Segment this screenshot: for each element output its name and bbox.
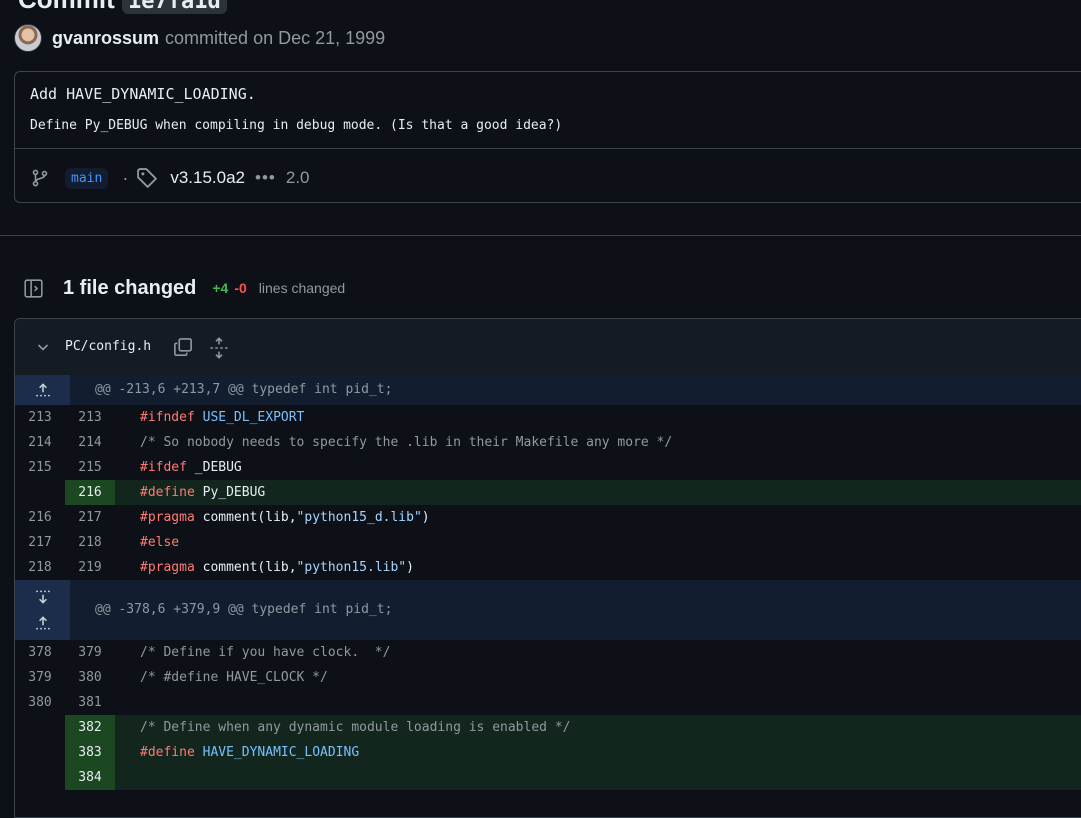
old-line-number[interactable]: 218 — [15, 555, 65, 580]
expander-column — [15, 375, 70, 405]
old-line-number[interactable]: 213 — [15, 405, 65, 430]
new-line-number[interactable]: 213 — [65, 405, 115, 430]
branch-link[interactable]: main — [65, 167, 109, 189]
new-line-number[interactable]: 218 — [65, 530, 115, 555]
deletions-count: -0 — [234, 280, 247, 296]
tag-link[interactable]: v3.15.0a2 — [170, 168, 245, 188]
diff-line: 216 217 #pragma comment(lib,"python15_d.li… — [15, 505, 1081, 530]
divider — [15, 148, 1081, 149]
expand-up-icon[interactable] — [34, 381, 52, 399]
expand-down-icon[interactable] — [34, 588, 52, 606]
code-text: #define HAVE_DYNAMIC_LOADING — [140, 745, 360, 760]
new-line-number[interactable]: 217 — [65, 505, 115, 530]
old-line-number[interactable]: 378 — [15, 640, 65, 665]
hunk-header-text: @@ -378,6 +379,9 @@ typedef int pid_t; — [95, 602, 393, 617]
files-changed-header: 1 file changed +4 -0 lines changed — [24, 275, 345, 301]
commit-message-title: Add HAVE_DYNAMIC_LOADING. — [30, 85, 256, 103]
code-text: #ifndef USE_DL_EXPORT — [140, 410, 305, 425]
more-tags-button[interactable]: ••• — [255, 168, 276, 188]
old-line-number[interactable]: 216 — [15, 505, 65, 530]
code-text: #ifdef _DEBUG — [140, 460, 242, 475]
commit-sha[interactable]: 1e7fa1d — [122, 0, 227, 14]
diff-line: 215 215 #ifdef _DEBUG — [15, 455, 1081, 480]
diff-line: 214 214 /* So nobody needs to specify the … — [15, 430, 1081, 455]
diff-line: 213 213 #ifndef USE_DL_EXPORT — [15, 405, 1081, 430]
commit-title-heading: Commit 1e7fa1d — [18, 0, 227, 15]
new-line-number[interactable]: 219 — [65, 555, 115, 580]
code-text: #pragma comment(lib,"python15.lib") — [140, 560, 414, 575]
new-line-number[interactable]: 383 — [65, 740, 115, 765]
copy-icon[interactable] — [173, 337, 193, 357]
diff-line: 217 218 #else — [15, 530, 1081, 555]
file-header: PC/config.h — [15, 319, 1081, 376]
code-text: /* Define if you have clock. */ — [140, 645, 391, 660]
tag-icon — [137, 168, 158, 188]
diff-line: 378 379 /* Define if you have clock. */ — [15, 640, 1081, 665]
files-changed-title: 1 file changed — [63, 276, 197, 299]
sidebar-expand-icon[interactable] — [24, 278, 43, 298]
separator-dot: · — [122, 167, 129, 188]
hunk-header: @@ -213,6 +213,7 @@ typedef int pid_t; — [15, 375, 1081, 405]
branch-tag-row: main · v3.15.0a2 ••• 2.0 — [31, 164, 310, 192]
new-line-number[interactable]: 215 — [65, 455, 115, 480]
old-line-number[interactable] — [15, 740, 65, 765]
diff-file: PC/config.h @@ -213,6 +213,7 @@ typedef … — [14, 318, 1081, 818]
additions-count: +4 — [212, 280, 229, 296]
diff-line-added: 383 #define HAVE_DYNAMIC_LOADING — [15, 740, 1081, 765]
commit-title-prefix: Commit — [18, 0, 115, 14]
expander-column — [15, 580, 70, 640]
new-line-number[interactable]: 216 — [65, 480, 115, 505]
diff-line-added: 384 — [15, 765, 1081, 790]
diff-line-added: 382 /* Define when any dynamic module loa… — [15, 715, 1081, 740]
hunk-header-text: @@ -213,6 +213,7 @@ typedef int pid_t; — [95, 382, 393, 397]
new-line-number[interactable]: 379 — [65, 640, 115, 665]
new-line-number[interactable]: 382 — [65, 715, 115, 740]
new-line-number[interactable]: 214 — [65, 430, 115, 455]
code-text: #define Py_DEBUG — [140, 485, 266, 500]
old-line-number[interactable] — [15, 715, 65, 740]
expand-up-icon[interactable] — [34, 614, 52, 632]
old-line-number[interactable] — [15, 480, 65, 505]
chevron-down-icon[interactable] — [35, 339, 51, 355]
author-row: gvanrossum committed on Dec 21, 1999 — [14, 24, 385, 52]
old-line-number[interactable]: 214 — [15, 430, 65, 455]
file-path[interactable]: PC/config.h — [65, 339, 151, 354]
diff-table: @@ -213,6 +213,7 @@ typedef int pid_t; 21… — [15, 375, 1081, 790]
section-divider — [0, 235, 1081, 236]
new-line-number[interactable]: 384 — [65, 765, 115, 790]
code-text: /* #define HAVE_CLOCK */ — [140, 670, 328, 685]
code-text: #else — [140, 535, 180, 550]
author-link[interactable]: gvanrossum — [52, 28, 159, 49]
committed-date: committed on Dec 21, 1999 — [165, 27, 386, 48]
diff-line: 380 381 — [15, 690, 1081, 715]
diff-line-added: 216 #define Py_DEBUG — [15, 480, 1081, 505]
old-line-number[interactable]: 217 — [15, 530, 65, 555]
expand-all-icon[interactable] — [209, 337, 229, 359]
diff-line: 218 219 #pragma comment(lib,"python15.lib"… — [15, 555, 1081, 580]
old-line-number[interactable]: 215 — [15, 455, 65, 480]
new-line-number[interactable]: 381 — [65, 690, 115, 715]
new-line-number[interactable]: 380 — [65, 665, 115, 690]
avatar[interactable] — [14, 24, 42, 52]
lines-changed-label: lines changed — [258, 280, 346, 296]
old-line-number[interactable]: 380 — [15, 690, 65, 715]
code-text: /* Define when any dynamic module loadin… — [140, 720, 571, 735]
diff-line: 379 380 /* #define HAVE_CLOCK */ — [15, 665, 1081, 690]
code-text: #pragma comment(lib,"python15_d.lib") — [140, 510, 430, 525]
older-tag-link[interactable]: 2.0 — [286, 168, 310, 188]
old-line-number[interactable]: 379 — [15, 665, 65, 690]
code-text: /* So nobody needs to specify the .lib i… — [140, 435, 673, 450]
git-branch-icon — [32, 169, 48, 187]
old-line-number[interactable] — [15, 765, 65, 790]
hunk-header: @@ -378,6 +379,9 @@ typedef int pid_t; — [15, 580, 1081, 640]
commit-message-box: Add HAVE_DYNAMIC_LOADING. Define Py_DEBU… — [14, 71, 1081, 203]
commit-message-body: Define Py_DEBUG when compiling in debug … — [30, 118, 563, 133]
